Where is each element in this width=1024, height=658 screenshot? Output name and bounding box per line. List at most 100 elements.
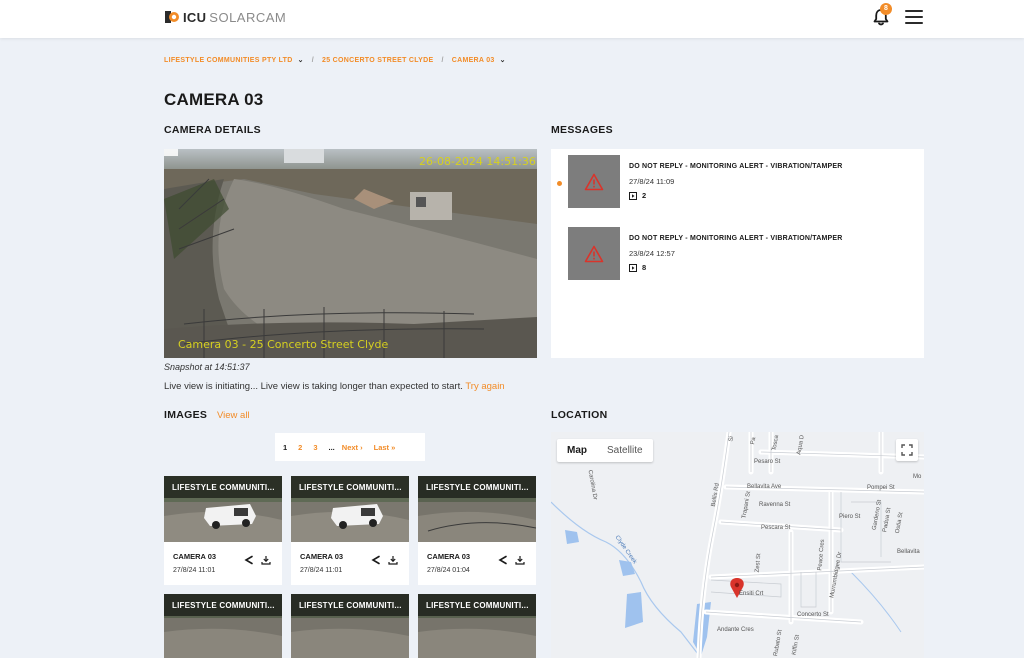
map-type-toggle: Map Satellite <box>557 439 653 462</box>
breadcrumb: LIFESTYLE COMMUNITIES PTY LTD ⌄ / 25 CON… <box>164 56 506 65</box>
pagination: 1 2 3 ... Next › Last » <box>275 433 425 461</box>
page-3-button[interactable]: 3 <box>313 443 317 452</box>
map-street-label: Mo <box>913 474 922 480</box>
unread-dot <box>557 181 562 186</box>
next-page-button[interactable]: Next › <box>342 443 363 452</box>
map-street-label: Pesaro St <box>754 459 781 465</box>
warning-icon <box>584 245 604 262</box>
image-card-date: 27/8/24 11:01 <box>173 567 216 574</box>
image-thumbnail[interactable]: LIFESTYLE COMMUNITI... <box>164 476 282 542</box>
image-card-label: LIFESTYLE COMMUNITI... <box>164 594 282 616</box>
live-view-status: Live view is initiating... Live view is … <box>164 381 505 392</box>
page-2-button[interactable]: 2 <box>298 443 302 452</box>
camera-details-heading: CAMERA DETAILS <box>164 124 261 136</box>
breadcrumb-separator: / <box>311 56 315 64</box>
video-icon <box>629 263 637 272</box>
image-card-camera: CAMERA 03 <box>427 552 471 561</box>
download-icon[interactable] <box>515 552 525 565</box>
share-icon[interactable] <box>244 552 254 565</box>
image-card-label: LIFESTYLE COMMUNITI... <box>418 594 536 616</box>
map-canvas <box>551 432 924 658</box>
warning-icon <box>584 173 604 190</box>
page-1-button[interactable]: 1 <box>283 443 287 452</box>
share-icon[interactable] <box>498 552 508 565</box>
satellite-tab[interactable]: Satellite <box>597 439 653 462</box>
logo[interactable]: ICU SOLARCAM <box>164 9 286 25</box>
image-card-label: LIFESTYLE COMMUNITI... <box>418 476 536 498</box>
map-street-label: Bellavita Ave <box>747 484 782 490</box>
alert-thumbnail <box>568 227 620 280</box>
image-thumbnail[interactable]: LIFESTYLE COMMUNITI... <box>291 476 409 542</box>
camera-overlay-timestamp: 26-08-2024 14:51:36 <box>419 155 536 168</box>
message-count-value: 8 <box>642 263 647 272</box>
image-card[interactable]: LIFESTYLE COMMUNITI... CAMERA 03 27/8/24… <box>291 476 409 585</box>
map-tab[interactable]: Map <box>557 439 597 462</box>
map-street-label: Piero St <box>839 514 861 520</box>
image-card[interactable]: LIFESTYLE COMMUNITI... CAMERA 03 27/8/24… <box>418 476 536 585</box>
camera-overlay-caption: Camera 03 - 25 Concerto Street Clyde <box>178 338 389 351</box>
chevron-down-icon: ⌄ <box>297 57 304 64</box>
image-card-label: LIFESTYLE COMMUNITI... <box>291 476 409 498</box>
pagination-ellipsis: ... <box>328 442 335 452</box>
message-title: DO NOT REPLY - MONITORING ALERT - VIBRAT… <box>629 235 843 242</box>
map-street-label: Pompei St <box>867 485 895 491</box>
map-street-label: Pa <box>750 436 758 446</box>
images-heading: IMAGES <box>164 409 208 421</box>
messages-heading: MESSAGES <box>551 124 613 136</box>
map-street-label: Si <box>728 435 736 443</box>
camera-live-view[interactable]: 26-08-2024 14:51:36 Camera 03 - 25 Conce… <box>164 149 537 358</box>
logo-icon <box>164 10 180 24</box>
message-date: 23/8/24 12:57 <box>629 249 675 258</box>
breadcrumb-site[interactable]: 25 CONCERTO STREET CLYDE <box>322 57 433 64</box>
messages-panel: DO NOT REPLY - MONITORING ALERT - VIBRAT… <box>551 149 924 358</box>
map-street-label: Concerto St <box>797 612 829 618</box>
chevron-down-icon: ⌄ <box>499 57 506 64</box>
image-card-label: LIFESTYLE COMMUNITI... <box>291 594 409 616</box>
breadcrumb-camera[interactable]: CAMERA 03 ⌄ <box>451 56 506 65</box>
location-map[interactable]: Pesaro St Bellavita Ave Ravenna St Pesca… <box>551 432 924 658</box>
map-street-label: Bellavita <box>897 549 920 555</box>
notification-count-badge: 8 <box>880 3 892 15</box>
view-all-link[interactable]: View all <box>217 410 250 421</box>
snapshot-time: Snapshot at 14:51:37 <box>164 362 250 372</box>
message-title: DO NOT REPLY - MONITORING ALERT - VIBRAT… <box>629 163 843 170</box>
message-attachment-count: 8 <box>629 263 646 272</box>
map-street-label: Pescara St <box>761 525 791 531</box>
image-card[interactable]: LIFESTYLE COMMUNITI... CAMERA 03 27/8/24… <box>164 476 282 585</box>
image-thumbnail[interactable]: LIFESTYLE COMMUNITI... <box>418 476 536 542</box>
camera-scene-image <box>164 149 537 358</box>
download-icon[interactable] <box>388 552 398 565</box>
hamburger-menu-icon[interactable] <box>905 10 923 24</box>
video-icon <box>629 191 637 200</box>
try-again-link[interactable]: Try again <box>465 381 504 392</box>
logo-text-solarcam: SOLARCAM <box>209 9 287 25</box>
share-icon[interactable] <box>371 552 381 565</box>
breadcrumb-company-label: LIFESTYLE COMMUNITIES PTY LTD <box>164 56 293 64</box>
message-item[interactable]: DO NOT REPLY - MONITORING ALERT - VIBRAT… <box>551 155 924 211</box>
image-card-date: 27/8/24 01:04 <box>427 567 470 574</box>
message-count-value: 2 <box>642 191 647 200</box>
page-title: CAMERA 03 <box>164 90 264 109</box>
image-card-date: 27/8/24 11:01 <box>300 567 343 574</box>
fullscreen-icon[interactable] <box>896 439 918 461</box>
breadcrumb-site-label: 25 CONCERTO STREET CLYDE <box>322 56 434 64</box>
map-street-label: Ensiti Crt <box>739 591 764 597</box>
download-icon[interactable] <box>261 552 271 565</box>
top-bar: ICU SOLARCAM 8 <box>0 0 1024 38</box>
image-thumbnail[interactable]: LIFESTYLE COMMUNITI... <box>418 594 536 658</box>
image-thumbnail[interactable]: LIFESTYLE COMMUNITI... <box>291 594 409 658</box>
alert-thumbnail <box>568 155 620 208</box>
image-card-label: LIFESTYLE COMMUNITI... <box>164 476 282 498</box>
map-street-label: Andante Cres <box>717 627 754 633</box>
image-card-camera: CAMERA 03 <box>300 552 344 561</box>
image-thumbnail[interactable]: LIFESTYLE COMMUNITI... <box>164 594 282 658</box>
last-page-button[interactable]: Last » <box>374 443 396 452</box>
logo-text-icu: ICU <box>183 9 207 25</box>
image-card-camera: CAMERA 03 <box>173 552 217 561</box>
message-date: 27/8/24 11:09 <box>629 177 675 186</box>
live-view-status-text: Live view is initiating... Live view is … <box>164 381 463 392</box>
breadcrumb-company[interactable]: LIFESTYLE COMMUNITIES PTY LTD ⌄ <box>164 56 304 65</box>
breadcrumb-camera-label: CAMERA 03 <box>451 56 495 64</box>
location-heading: LOCATION <box>551 409 608 421</box>
message-item[interactable]: DO NOT REPLY - MONITORING ALERT - VIBRAT… <box>551 227 924 283</box>
